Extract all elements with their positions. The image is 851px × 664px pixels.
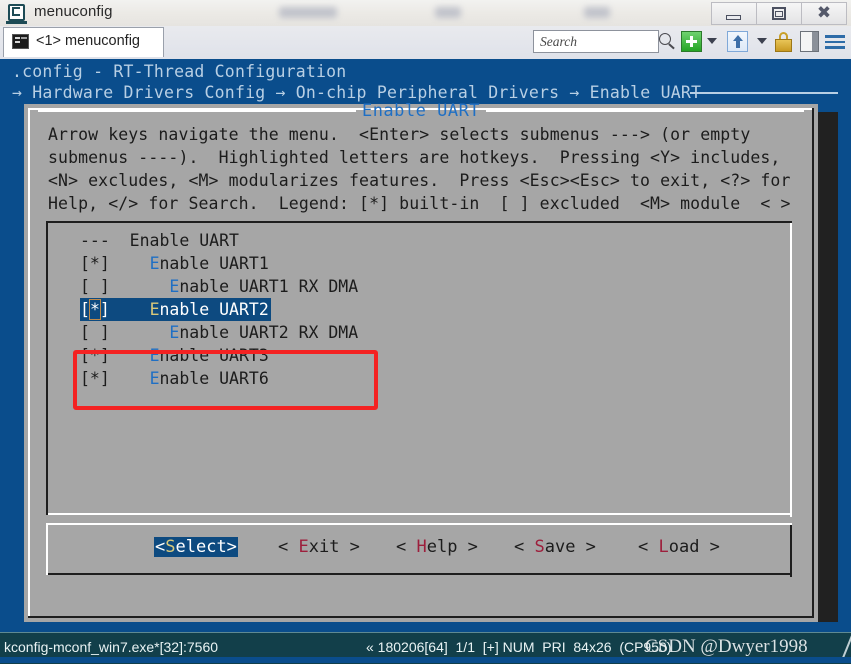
menu-item: --- Enable UART bbox=[80, 231, 239, 250]
checkbox-marker[interactable]: [*] bbox=[80, 254, 110, 273]
menu-item-label: nable UART1 RX DMA bbox=[179, 277, 359, 296]
dialog-button-s-0[interactable]: <Select> bbox=[154, 537, 238, 557]
menu-item[interactable]: [ ] Enable UART2 RX DMA bbox=[80, 323, 358, 342]
hotkey-letter: E bbox=[149, 254, 160, 273]
menu-item-row[interactable]: [*] Enable UART1 bbox=[80, 252, 786, 275]
console-area: .config - RT-Thread Configuration → Hard… bbox=[0, 59, 851, 632]
list-frame-top bbox=[46, 221, 792, 223]
menu-item-label: nable UART1 bbox=[159, 254, 269, 273]
menu-item-label: nable UART3 bbox=[159, 346, 269, 365]
search-placeholder: Search bbox=[540, 34, 577, 49]
minimize-button[interactable] bbox=[711, 2, 757, 25]
breadcrumb-rule bbox=[690, 92, 838, 94]
new-tab-chevron-down-icon[interactable] bbox=[707, 38, 717, 44]
hotkey-letter: E bbox=[169, 277, 180, 296]
redacted-text-2 bbox=[435, 7, 461, 18]
list-frame-right bbox=[790, 223, 792, 517]
hotkey-letter: E bbox=[149, 346, 160, 365]
redacted-text-3 bbox=[584, 7, 610, 18]
watermark: CSDN @Dwyer1998 bbox=[645, 636, 808, 657]
menuconfig-dialog: Enable UART Arrow keys navigate the menu… bbox=[24, 101, 818, 622]
redacted-text-1 bbox=[279, 7, 337, 18]
menu-item[interactable]: [*] Enable UART1 bbox=[80, 254, 269, 273]
split-panel-icon[interactable] bbox=[800, 31, 819, 52]
checkbox-marker[interactable]: [*] bbox=[80, 369, 110, 388]
search-icon[interactable] bbox=[659, 33, 671, 45]
terminal-icon bbox=[12, 34, 29, 49]
breadcrumb: → Hardware Drivers Config → On-chip Peri… bbox=[12, 83, 702, 102]
button-hotkey: E bbox=[298, 537, 309, 557]
help-text: Arrow keys navigate the menu. <Enter> se… bbox=[48, 123, 800, 215]
button-frame-right bbox=[790, 525, 792, 577]
close-button[interactable]: ✖ bbox=[802, 2, 847, 25]
menu-item-label: nable UART2 RX DMA bbox=[179, 323, 359, 342]
button-hotkey: L bbox=[658, 537, 669, 557]
menu-section-header: --- Enable UART bbox=[80, 229, 786, 252]
hotkey-letter: E bbox=[149, 369, 160, 388]
menu-item[interactable]: [*] Enable UART6 bbox=[80, 369, 269, 388]
cursor: * bbox=[88, 299, 101, 320]
list-frame-left bbox=[46, 221, 48, 515]
button-hotkey: S bbox=[534, 537, 545, 557]
upload-chevron-down-icon[interactable] bbox=[757, 38, 767, 44]
dialog-button-s-3[interactable]: < Save > bbox=[514, 537, 596, 557]
menu-item-label: nable UART2 bbox=[159, 300, 269, 319]
button-hotkey: H bbox=[416, 537, 427, 557]
menu-item-row[interactable]: [ ] Enable UART2 RX DMA bbox=[80, 321, 786, 344]
window-title-bar: menuconfig ✖ bbox=[0, 0, 851, 27]
menu-item-row[interactable]: [*] Enable UART3 bbox=[80, 344, 786, 367]
tab-toolbar-strip: <1> menuconfig Search bbox=[0, 26, 851, 60]
button-hotkey: S bbox=[165, 537, 176, 557]
upload-button[interactable] bbox=[727, 31, 748, 52]
dialog-button-h-2[interactable]: < Help > bbox=[396, 537, 478, 557]
app-window: menuconfig ✖ <1> menuconfig Search .conf… bbox=[0, 0, 851, 664]
checkbox-marker[interactable]: [*] bbox=[80, 346, 110, 365]
menu-item-selected[interactable]: [*] Enable UART2 bbox=[80, 298, 271, 321]
button-frame-bottom bbox=[48, 573, 792, 575]
menu-item-row[interactable]: [ ] Enable UART1 RX DMA bbox=[80, 275, 786, 298]
checkbox-marker[interactable]: [ ] bbox=[80, 277, 110, 296]
window-controls: ✖ bbox=[711, 2, 847, 25]
menu-item[interactable]: [*] Enable UART3 bbox=[80, 346, 269, 365]
menu-list: --- Enable UART [*] Enable UART1 [ ] Enabl… bbox=[80, 229, 786, 390]
menu-item-row[interactable]: [*] Enable UART6 bbox=[80, 367, 786, 390]
menu-item[interactable]: [ ] Enable UART1 RX DMA bbox=[80, 277, 358, 296]
window-bottom-edge bbox=[0, 657, 851, 663]
dialog-left-highlight bbox=[28, 108, 30, 616]
button-frame-left bbox=[46, 523, 48, 575]
status-process: kconfig-mconf_win7.exe*[32]:7560 bbox=[4, 639, 219, 655]
lock-body bbox=[775, 39, 792, 52]
search-box[interactable]: Search bbox=[533, 30, 659, 53]
menu-item-row[interactable]: [*] Enable UART2 bbox=[80, 298, 786, 321]
hotkey-letter: E bbox=[169, 323, 180, 342]
console-app-icon-base bbox=[6, 21, 27, 24]
list-frame-bottom bbox=[48, 513, 792, 515]
button-frame-top bbox=[46, 523, 792, 525]
new-tab-button[interactable] bbox=[681, 31, 702, 52]
dialog-right-shadow bbox=[812, 108, 814, 618]
checkbox-marker[interactable]: [*] bbox=[80, 299, 110, 320]
status-info: « 180206[64] 1/1 [+] NUM PRI 84x26 (CP95… bbox=[366, 639, 672, 655]
help-line: Arrow keys navigate the menu. <Enter> se… bbox=[48, 125, 751, 144]
window-title: menuconfig bbox=[34, 3, 113, 20]
console-app-icon bbox=[8, 4, 25, 21]
checkbox-marker[interactable]: [ ] bbox=[80, 323, 110, 342]
tab-menuconfig[interactable]: <1> menuconfig bbox=[3, 27, 164, 57]
button-bar-frame: <Select> < Exit > < Help > < Save > < Load > bbox=[46, 523, 792, 577]
hamburger-menu-icon[interactable] bbox=[825, 31, 845, 52]
dialog-button-l-4[interactable]: < Load > bbox=[638, 537, 720, 557]
hotkey-letter: E bbox=[149, 300, 160, 319]
maximize-button[interactable] bbox=[757, 2, 802, 25]
dialog-title: Enable UART bbox=[361, 101, 481, 121]
dialog-button-e-1[interactable]: < Exit > bbox=[278, 537, 360, 557]
dialog-bottom-shadow bbox=[28, 616, 814, 618]
menu-item-label: nable UART6 bbox=[159, 369, 269, 388]
help-line: <N> excludes, <M> modularizes features. … bbox=[48, 171, 791, 190]
menu-list-frame: --- Enable UART [*] Enable UART1 [ ] Enabl… bbox=[46, 221, 792, 517]
help-line: Help, </> for Search. Legend: [*] built-… bbox=[48, 194, 791, 213]
lock-icon[interactable] bbox=[775, 31, 792, 52]
help-line: submenus ----). Highlighted letters are … bbox=[48, 148, 781, 167]
tab-label: <1> menuconfig bbox=[36, 33, 140, 49]
config-title-line: .config - RT-Thread Configuration bbox=[12, 62, 347, 81]
